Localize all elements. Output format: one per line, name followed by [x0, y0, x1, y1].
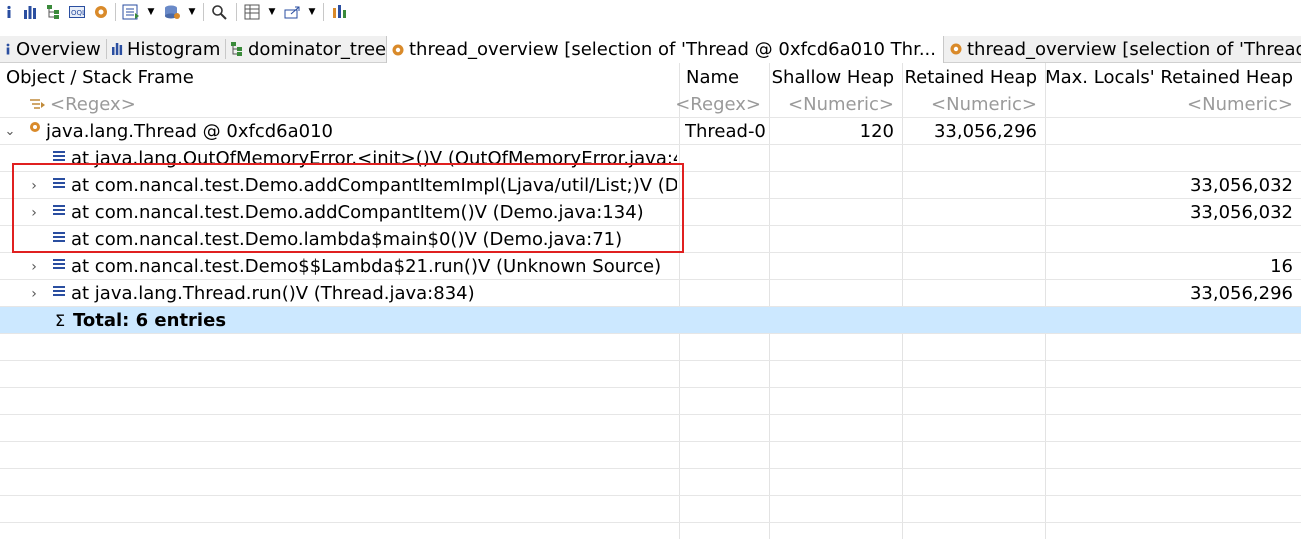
- tab-histogram[interactable]: Histogram: [107, 36, 225, 62]
- max-locals-value: 33,056,032: [1189, 175, 1293, 196]
- max-locals-value: 16: [1270, 256, 1293, 277]
- stack-frame-icon: [53, 259, 65, 269]
- export-icon[interactable]: [283, 3, 303, 21]
- tab-label: Overview: [16, 38, 101, 60]
- expand-toggle[interactable]: ›: [27, 199, 41, 226]
- toolbar-separator: [115, 3, 116, 21]
- tab-label: dominator_tree: [248, 38, 386, 60]
- dominator-tree-icon: [230, 41, 244, 57]
- expand-toggle[interactable]: ›: [27, 172, 41, 199]
- stack-frame-icon: [53, 232, 65, 242]
- shallow-heap-value: 120: [859, 121, 894, 142]
- dominator-tree-icon[interactable]: [46, 3, 62, 21]
- filter-object-input: <Regex>: [50, 94, 136, 115]
- stack-frame-label: at com.nancal.test.Demo$$Lambda$21.run()…: [71, 256, 662, 277]
- tab-dominator-tree[interactable]: dominator_tree: [226, 36, 386, 62]
- max-locals-value: 33,056,032: [1189, 202, 1293, 223]
- table-row-stack-frame[interactable]: › at java.lang.Thread.run()V (Thread.jav…: [0, 280, 1301, 307]
- svg-text:OQL: OQL: [71, 9, 85, 17]
- tab-label: thread_overview [selection of 'Thread (: [967, 38, 1301, 60]
- chevron-down-icon[interactable]: ▼: [267, 3, 277, 21]
- heap-dump-overview-icon[interactable]: [163, 3, 181, 21]
- table-row-stack-frame[interactable]: at java.lang.OutOfMemoryError.<init>()V …: [0, 145, 1301, 172]
- search-icon[interactable]: [210, 3, 228, 21]
- filter-retained-input[interactable]: <Numeric>: [903, 91, 1045, 118]
- chevron-down-icon[interactable]: ▼: [307, 3, 317, 21]
- expand-toggle[interactable]: ›: [27, 253, 41, 280]
- max-locals-value: 33,056,296: [1189, 283, 1293, 304]
- thread-overview-icon[interactable]: [93, 3, 109, 21]
- filter-name-input[interactable]: <Regex>: [675, 91, 769, 118]
- toolbar: OQL ▼ ▼ ▼ ▼: [0, 0, 1301, 24]
- tab-thread-overview-active[interactable]: thread_overview [selection of 'Thread @ …: [386, 36, 944, 63]
- toolbar-separator: [236, 3, 237, 21]
- column-header-retained-heap[interactable]: Retained Heap: [903, 63, 1045, 91]
- row-divider: [0, 522, 1301, 523]
- filter-shallow-input[interactable]: <Numeric>: [770, 91, 902, 118]
- table-row-stack-frame[interactable]: › at com.nancal.test.Demo.addCompantItem…: [0, 172, 1301, 199]
- row-divider: [0, 387, 1301, 388]
- retained-heap-value: 33,056,296: [933, 121, 1037, 142]
- max-locals-value: [1046, 226, 1301, 253]
- stack-frame-label: at com.nancal.test.Demo.lambda$main$0()V…: [71, 229, 623, 250]
- column-header-shallow-heap[interactable]: Shallow Heap: [770, 63, 902, 91]
- stack-frame-label: at java.lang.Thread.run()V (Thread.java:…: [71, 283, 475, 304]
- query-browser-icon[interactable]: [122, 3, 140, 21]
- stack-frame-label: at java.lang.OutOfMemoryError.<init>()V …: [71, 148, 677, 169]
- oql-icon[interactable]: OQL: [69, 3, 85, 21]
- row-divider: [0, 468, 1301, 469]
- table-row-total[interactable]: Σ Total: 6 entries: [0, 307, 1301, 333]
- tab-label: thread_overview [selection of 'Thread @ …: [409, 39, 937, 60]
- thread-stack-table: Object / Stack Frame Name Shallow Heap R…: [0, 63, 1301, 539]
- column-header-object[interactable]: Object / Stack Frame: [0, 63, 679, 91]
- filter-row-object[interactable]: <Regex>: [28, 91, 668, 118]
- thread-name-value: Thread-0: [685, 121, 766, 142]
- histogram-icon[interactable]: [22, 3, 38, 21]
- table-row-thread[interactable]: ⌄ java.lang.Thread @ 0xfcd6a010 Thread-0…: [0, 118, 1301, 145]
- editor-tab-bar: Overview Histogram dominator_tree thread…: [0, 36, 1301, 63]
- toolbar-separator: [203, 3, 204, 21]
- collapse-toggle[interactable]: ⌄: [3, 118, 17, 145]
- group-icon[interactable]: [243, 3, 261, 21]
- row-divider: [0, 360, 1301, 361]
- thread-object-label: java.lang.Thread @ 0xfcd6a010: [46, 121, 334, 142]
- stack-frame-icon: [53, 205, 65, 215]
- row-divider: [0, 495, 1301, 496]
- max-locals-value: [1046, 145, 1301, 172]
- report-icon[interactable]: [330, 3, 348, 21]
- thread-icon: [30, 122, 40, 132]
- thread-icon: [949, 42, 963, 56]
- table-row-stack-frame[interactable]: at com.nancal.test.Demo.lambda$main$0()V…: [0, 226, 1301, 253]
- stack-frame-label: at com.nancal.test.Demo.addCompantItem()…: [71, 202, 644, 223]
- toolbar-separator: [323, 3, 324, 21]
- tab-thread-overview[interactable]: thread_overview [selection of 'Thread (: [945, 36, 1301, 62]
- expand-toggle[interactable]: ›: [27, 280, 41, 307]
- tab-label: Histogram: [127, 38, 221, 60]
- histogram-icon: [111, 42, 123, 56]
- column-header-max-locals[interactable]: Max. Locals' Retained Heap: [1045, 63, 1301, 91]
- row-divider: [0, 414, 1301, 415]
- stack-frame-icon: [53, 178, 65, 188]
- info-icon: [4, 42, 12, 56]
- filter-max-locals-input[interactable]: <Numeric>: [1046, 91, 1301, 118]
- stack-frame-label: at com.nancal.test.Demo.addCompantItemIm…: [71, 175, 677, 196]
- table-row-stack-frame[interactable]: › at com.nancal.test.Demo.addCompantItem…: [0, 199, 1301, 226]
- stack-frame-icon: [53, 151, 65, 161]
- tab-overview[interactable]: Overview: [0, 36, 106, 62]
- thread-icon: [391, 43, 405, 57]
- table-row-stack-frame[interactable]: › at com.nancal.test.Demo$$Lambda$21.run…: [0, 253, 1301, 280]
- total-label: Total: 6 entries: [73, 310, 227, 331]
- column-header-name[interactable]: Name: [680, 63, 769, 91]
- chevron-down-icon[interactable]: ▼: [187, 3, 197, 21]
- stack-frame-icon: [53, 286, 65, 296]
- chevron-down-icon[interactable]: ▼: [146, 3, 156, 21]
- row-divider: [0, 441, 1301, 442]
- filter-icon: [30, 98, 45, 109]
- info-icon[interactable]: [2, 3, 16, 21]
- sigma-icon: Σ: [55, 311, 66, 330]
